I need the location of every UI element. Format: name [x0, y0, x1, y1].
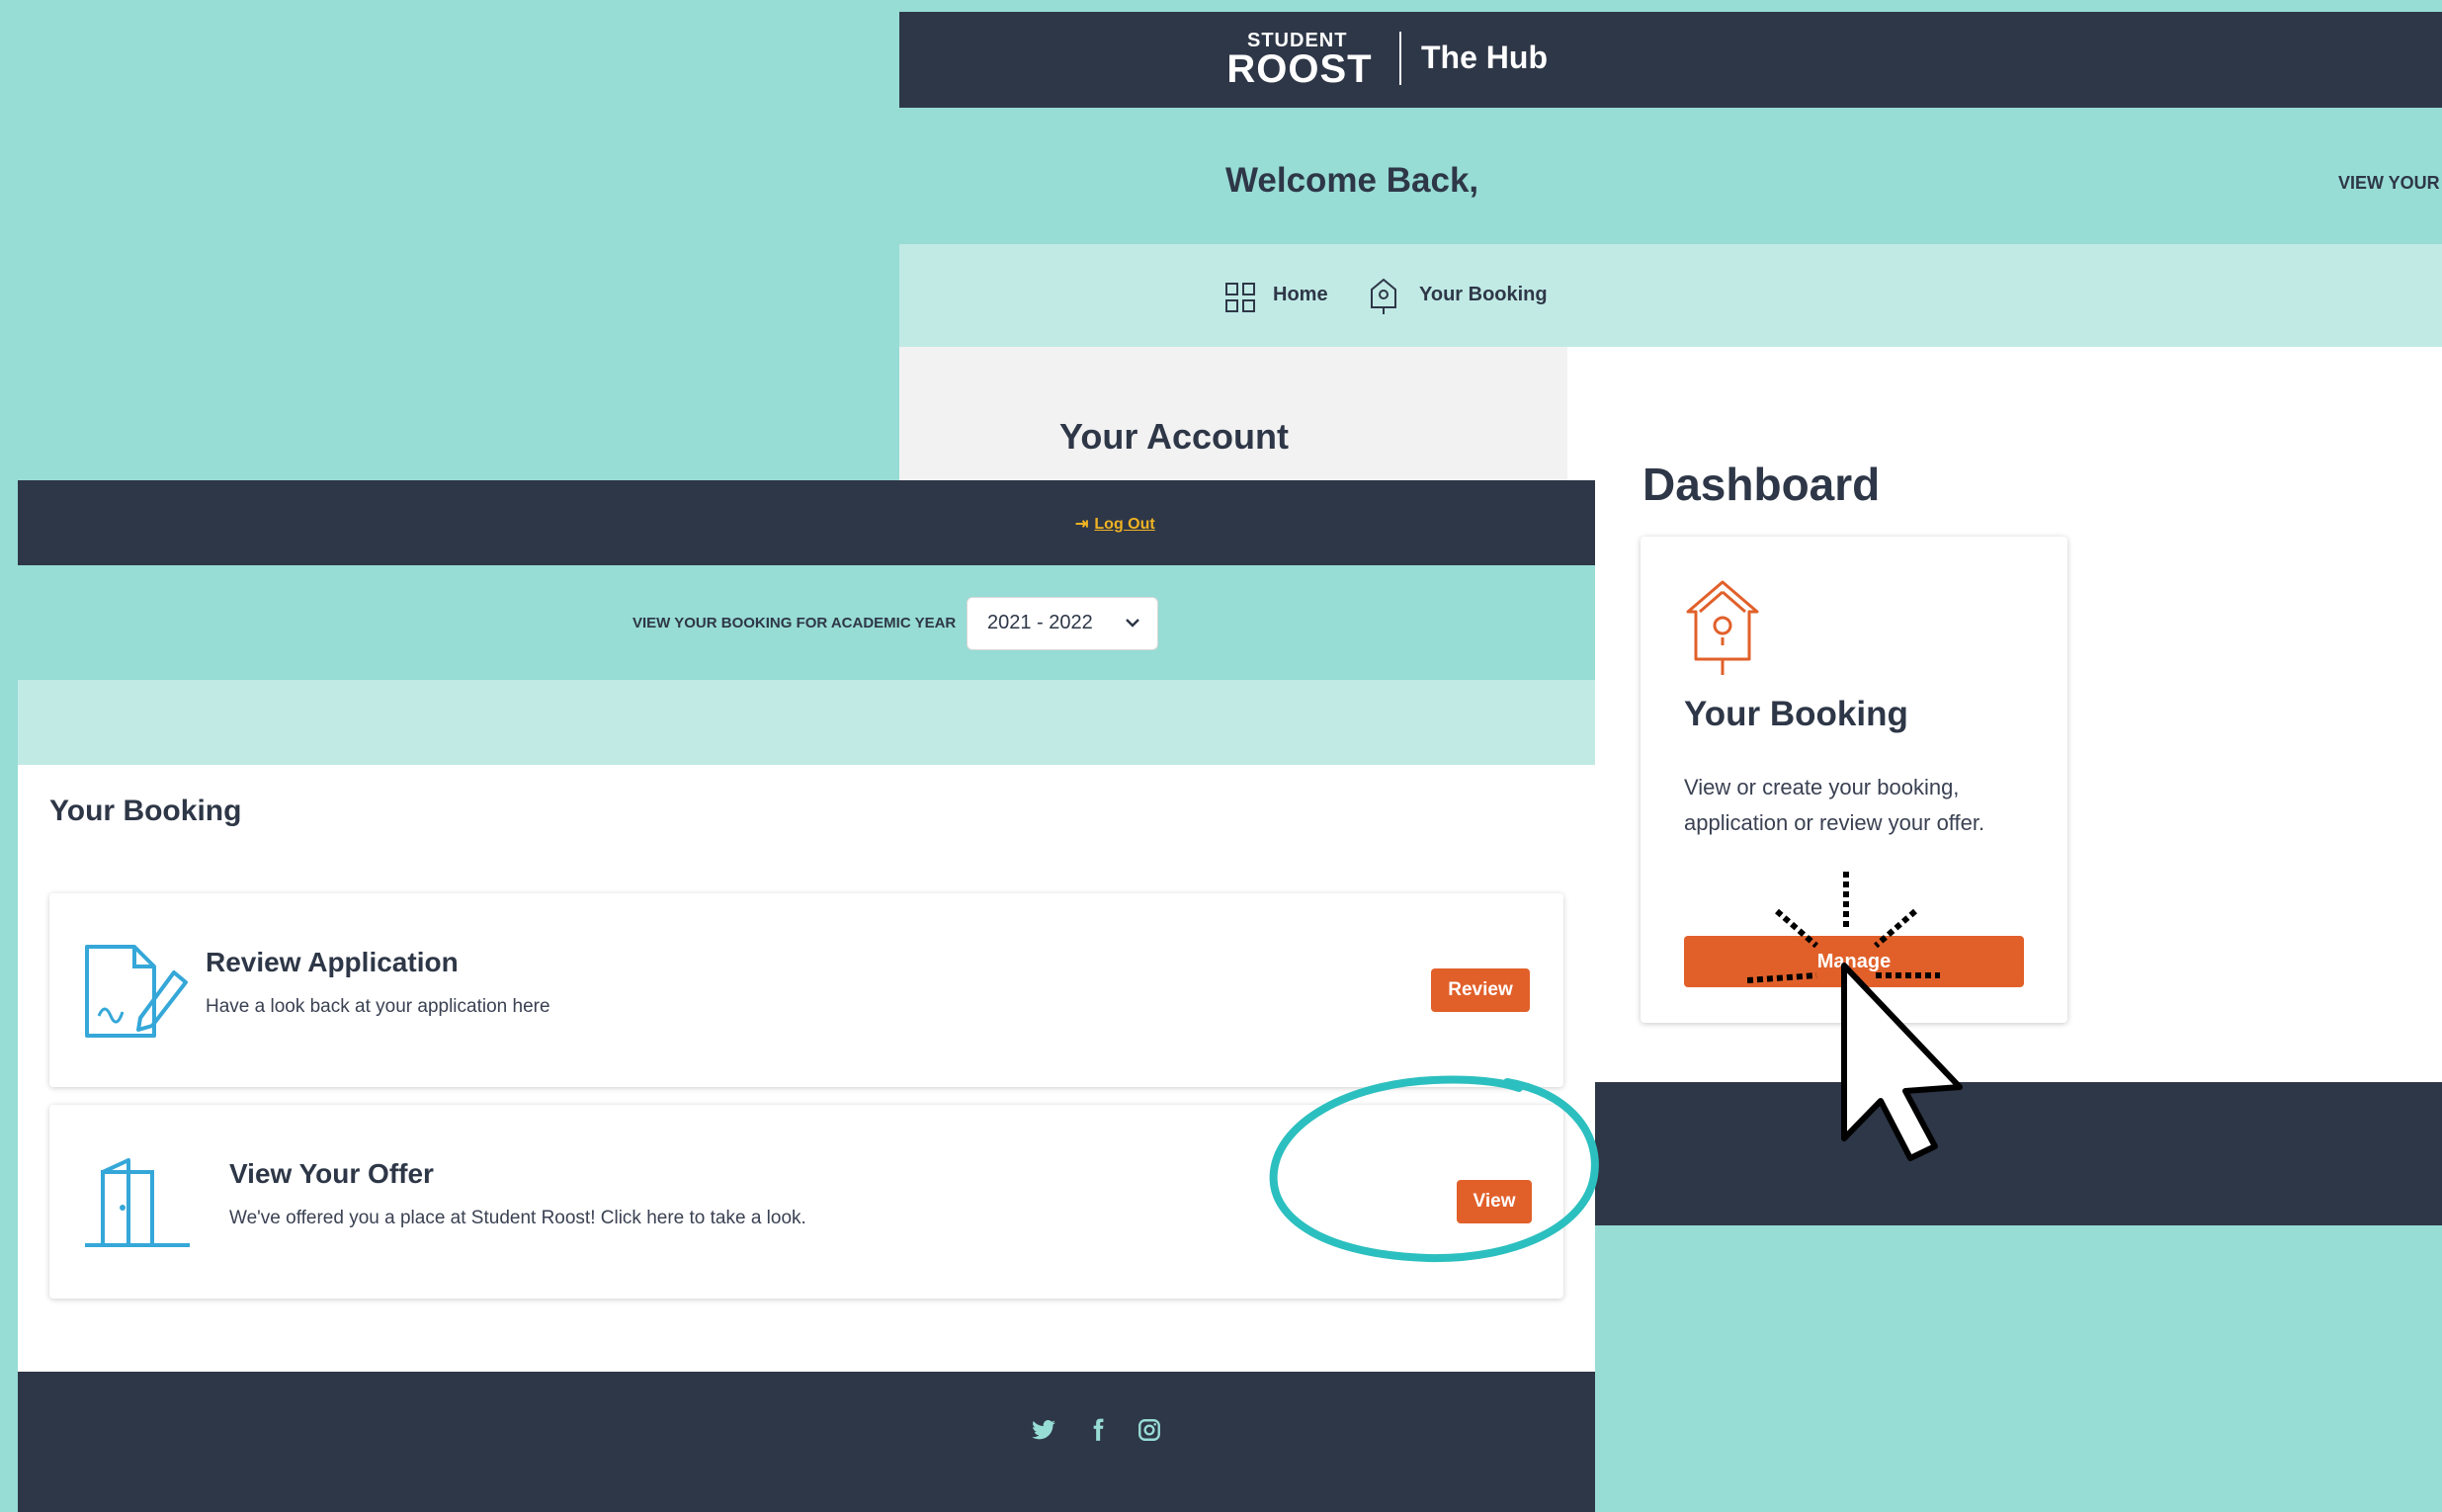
- review-button[interactable]: Review: [1431, 968, 1530, 1012]
- review-application-card: Review Application Have a look back at y…: [49, 893, 1563, 1087]
- logout-link[interactable]: ⇥ Log Out: [1075, 514, 1155, 534]
- birdhouse-icon: [1371, 278, 1396, 314]
- card-title: View Your Offer: [229, 1158, 434, 1189]
- top-bar: STUDENT ROOST The Hub: [899, 12, 2442, 108]
- nav-bar: Home Your Booking: [899, 244, 2442, 347]
- birdhouse-icon: [1686, 580, 1759, 675]
- nav-item-your-booking[interactable]: Your Booking: [1419, 284, 1548, 306]
- academic-year-value: 2021 - 2022: [987, 612, 1093, 633]
- instagram-icon[interactable]: [1137, 1417, 1162, 1443]
- door-icon: [85, 1158, 190, 1247]
- logo-divider: [1399, 32, 1401, 85]
- card-title: Review Application: [206, 947, 459, 977]
- twitter-icon[interactable]: [1031, 1417, 1056, 1443]
- nav-item-home[interactable]: Home: [1273, 284, 1328, 306]
- signed-document-icon: [85, 945, 188, 1038]
- your-account-heading: Your Account: [1059, 416, 1289, 457]
- card-description: View or create your booking, application…: [1684, 775, 1985, 835]
- card-title: Your Booking: [1684, 695, 1908, 733]
- account-panel: Your Account: [899, 347, 1567, 485]
- highlight-circle: [1269, 1075, 1599, 1263]
- front-window: ⇥ Log Out VIEW YOUR BOOKING FOR ACADEMIC …: [18, 480, 1595, 1512]
- year-bar: VIEW YOUR BOOKING FOR ACADEMIC YEAR 2021…: [18, 565, 1595, 680]
- welcome-bar: Welcome Back, VIEW YOUR: [899, 108, 2442, 244]
- top-bar: ⇥ Log Out: [18, 480, 1595, 565]
- facebook-icon[interactable]: [1085, 1417, 1111, 1443]
- home-grid-icon: [1225, 283, 1255, 312]
- chevron-down-icon: [1126, 619, 1139, 628]
- academic-year-label: VIEW YOUR BOOKING FOR ACADEMIC YEAR: [632, 615, 957, 631]
- front-footer: [18, 1372, 1595, 1512]
- logo-hub-text: The Hub: [1421, 40, 1548, 75]
- mouse-cursor-icon: [1747, 872, 1963, 1161]
- your-booking-heading: Your Booking: [49, 795, 242, 827]
- academic-year-select[interactable]: 2021 - 2022: [967, 597, 1158, 650]
- logout-label: Log Out: [1094, 516, 1155, 533]
- view-your-link[interactable]: VIEW YOUR: [2338, 173, 2440, 194]
- card-description: We've offered you a place at Student Roo…: [229, 1208, 806, 1228]
- card-description: Have a look back at your application her…: [206, 996, 550, 1017]
- logout-icon: ⇥: [1075, 516, 1089, 533]
- welcome-heading: Welcome Back,: [1225, 161, 1479, 200]
- dashboard-heading: Dashboard: [1642, 459, 1881, 510]
- light-bar: [18, 680, 1595, 765]
- logo-roost-text: ROOST: [1226, 47, 1373, 91]
